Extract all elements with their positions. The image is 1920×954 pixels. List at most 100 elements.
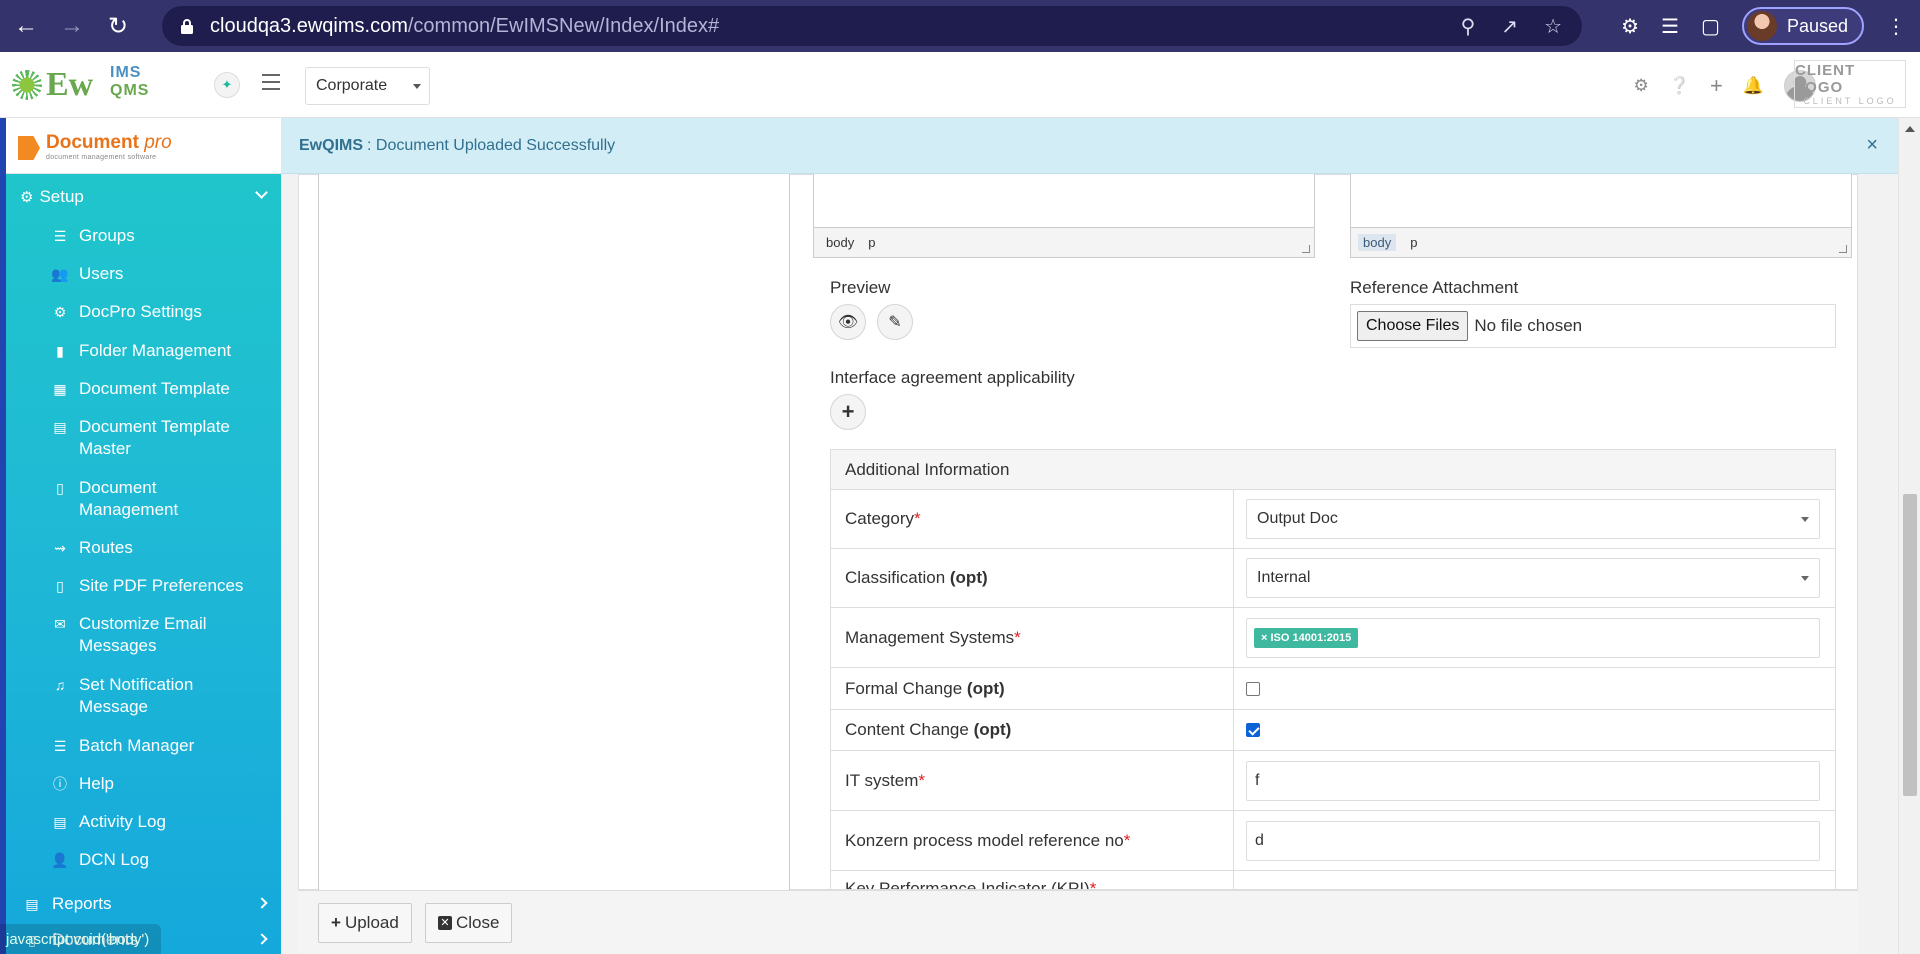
konzern-input[interactable]: d <box>1246 820 1820 861</box>
it-system-input[interactable]: f <box>1246 760 1820 801</box>
sidebar-item-routes[interactable]: ⇝ Routes <box>52 537 281 559</box>
company-select[interactable]: Corporate <box>305 67 430 105</box>
users-icon: 👥 <box>51 266 69 282</box>
path-tag[interactable]: p <box>868 235 875 250</box>
sidebar-item-label: Customize Email Messages <box>79 614 207 655</box>
help-circle-icon[interactable]: ❔ <box>1669 76 1690 96</box>
caret-down-icon <box>413 84 421 89</box>
sidebar-item-customize-email[interactable]: ✉ Customize Email Messages <box>52 613 281 657</box>
database-icon: ☰ <box>53 738 67 754</box>
label-text: Classification <box>845 568 946 587</box>
resize-grip-icon[interactable] <box>1839 245 1847 253</box>
share-icon[interactable]: ↗ <box>1501 14 1518 39</box>
choose-files-button[interactable]: Choose Files <box>1357 311 1469 341</box>
iso-14001-tag[interactable]: × ISO 14001:2015 <box>1254 627 1359 648</box>
label-text: Formal Change <box>845 678 963 698</box>
close-square-icon: ✕ <box>438 916 452 930</box>
sidebar-section-setup[interactable]: ⚙ Setup <box>20 184 280 210</box>
chevron-down-icon <box>255 186 268 199</box>
kpi-row: Key Performance Indicator (KPI) * <box>831 871 1835 889</box>
management-systems-multiselect[interactable]: × ISO 14001:2015 <box>1246 617 1820 658</box>
optional-mark: (opt) <box>949 568 988 587</box>
eye-icon: 👁 <box>837 314 859 331</box>
sidebar-item-docpro-settings[interactable]: ⚙ DocPro Settings <box>52 301 281 323</box>
forward-arrow-icon[interactable]: → <box>52 6 92 46</box>
sidebar-item-users[interactable]: 👥 Users <box>51 263 281 285</box>
management-systems-row: Management Systems * × ISO 14001:2015 <box>831 608 1835 668</box>
documentpro-mark-icon <box>18 136 40 160</box>
scrollbar-thumb[interactable] <box>1903 494 1917 796</box>
formal-change-checkbox[interactable] <box>1246 681 1260 696</box>
sidebar-item-document-template[interactable]: ▦ Document Template <box>52 378 281 400</box>
settings-gear-icon[interactable]: ⚙ <box>1634 76 1649 96</box>
browser-menu-icon[interactable]: ⋮ <box>1886 14 1906 39</box>
content-change-label: Content Change (opt) <box>831 710 1234 750</box>
classification-row: Classification (opt) Internal <box>831 549 1835 608</box>
sidebar-item-set-notification[interactable]: ♫ Set Notification Message <box>52 674 281 718</box>
sidebar-item-dcn-log[interactable]: 👤 DCN Log <box>51 849 281 871</box>
sidebar-item-label: DocPro Settings <box>79 302 202 321</box>
ewqims-logo[interactable]: Ew IMS QMS <box>12 62 150 108</box>
preview-label: Preview <box>830 278 891 297</box>
rich-text-editor-right[interactable]: body p <box>1350 174 1852 258</box>
preview-eye-button[interactable]: 👁 <box>830 304 866 340</box>
resize-grip-icon[interactable] <box>1302 245 1310 253</box>
documentpro-logo: Document pro document management softwar… <box>6 118 281 174</box>
label-text: Content Change <box>845 720 969 739</box>
bookmark-star-icon[interactable]: ☆ <box>1544 14 1562 39</box>
path-tag[interactable]: body <box>1358 234 1397 251</box>
add-interface-button[interactable]: + <box>830 394 866 430</box>
add-plus-icon[interactable]: + <box>1710 73 1723 99</box>
page-scrollbar[interactable] <box>1898 118 1920 954</box>
envelope-icon: ✉ <box>54 616 66 632</box>
address-bar[interactable]: cloudqa3.ewqims.com/common/EwIMSNew/Inde… <box>162 6 1582 46</box>
reference-file-input[interactable]: Choose Files No file chosen <box>1350 304 1836 348</box>
sidebar-item-document-management[interactable]: ▯ Document Management <box>52 477 281 521</box>
url-host: cloudqa3.ewqims.com <box>210 14 408 37</box>
pin-icon[interactable]: ✦ <box>214 72 240 98</box>
path-tag[interactable]: body <box>826 235 854 250</box>
formal-change-row: Formal Change (opt) <box>831 668 1835 710</box>
hamburger-menu-icon[interactable] <box>262 74 280 90</box>
konzern-row: Konzern process model reference no * d <box>831 811 1835 871</box>
status-bar-url: javascript:void('body') <box>0 924 162 954</box>
sidebar-item-activity-log[interactable]: ▤ Activity Log <box>52 811 281 833</box>
close-icon[interactable]: × <box>1866 134 1878 157</box>
category-select[interactable]: Output Doc <box>1246 499 1820 539</box>
alert-app-name: EwQIMS <box>299 136 364 154</box>
edit-pencil-button[interactable]: ✎ <box>877 304 913 340</box>
extensions-puzzle-icon[interactable]: ⚙ <box>1621 14 1639 39</box>
sidebar-item-groups[interactable]: ☰ Groups <box>52 225 281 247</box>
profile-button[interactable]: Paused <box>1741 7 1864 45</box>
notification-bell-icon[interactable]: 🔔 <box>1743 76 1764 96</box>
close-button[interactable]: ✕ Close <box>425 903 513 943</box>
rich-text-editor-left[interactable]: body p <box>813 174 1315 258</box>
chevron-right-icon <box>256 897 268 909</box>
reload-icon[interactable]: ↻ <box>98 6 138 46</box>
sidebar-item-label: Batch Manager <box>79 736 195 755</box>
required-mark: * <box>1123 830 1131 850</box>
content-change-checkbox[interactable] <box>1246 723 1260 737</box>
profile-status: Paused <box>1786 15 1848 36</box>
pdf-file-icon: ▯ <box>56 578 64 594</box>
logo-text-ims: IMS <box>110 64 142 81</box>
sidebar-item-folder-management[interactable]: ▮ Folder Management <box>52 340 281 362</box>
upload-button[interactable]: + Upload <box>318 903 412 943</box>
media-playlist-icon[interactable]: ☰ <box>1661 14 1679 39</box>
scroll-up-arrow-icon[interactable] <box>1905 126 1915 132</box>
side-panel-icon[interactable]: ▢ <box>1701 14 1720 39</box>
sidebar-item-help[interactable]: ⓘ Help <box>52 773 281 795</box>
path-tag[interactable]: p <box>1410 235 1417 250</box>
logo-text-qms: QMS <box>110 82 150 99</box>
zoom-icon[interactable]: ⚲ <box>1461 14 1476 39</box>
sidebar-item-batch-manager[interactable]: ☰ Batch Manager <box>52 735 281 757</box>
sidebar-item-site-pdf-preferences[interactable]: ▯ Site PDF Preferences <box>52 575 281 597</box>
sidebar-item-document-template-master[interactable]: ▤ Document Template Master <box>52 416 281 460</box>
client-logo-subtext: CLIENT LOGO <box>1803 96 1897 106</box>
sidebar-item-label: Activity Log <box>79 812 166 831</box>
sidebar-section-reports[interactable]: ▤ Reports <box>24 894 281 914</box>
additional-information-panel: Additional Information Category * Output … <box>830 449 1836 890</box>
browser-toolbar: ← → ↻ cloudqa3.ewqims.com/common/EwIMSNe… <box>0 0 1920 52</box>
back-arrow-icon[interactable]: ← <box>6 6 46 46</box>
classification-select[interactable]: Internal <box>1246 558 1820 598</box>
